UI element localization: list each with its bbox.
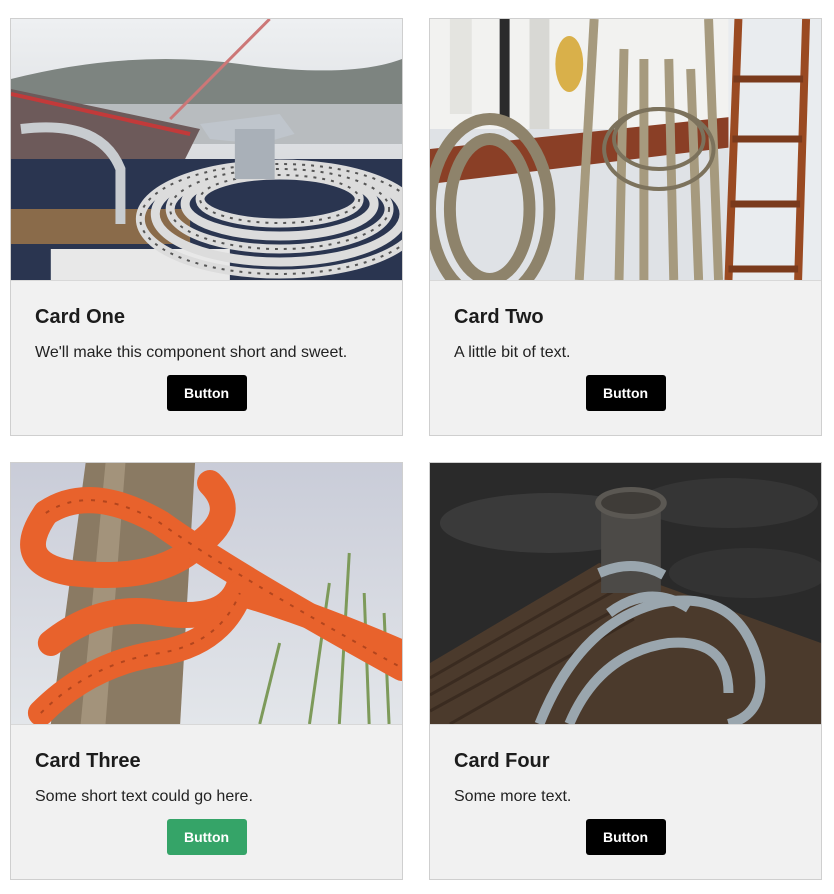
card-grid: Card One We'll make this component short… bbox=[0, 0, 834, 894]
card-four-button[interactable]: Button bbox=[585, 819, 666, 855]
card-title: Card One bbox=[35, 306, 126, 328]
card-two-button[interactable]: Button bbox=[585, 375, 666, 411]
card-text: Some more text. bbox=[454, 788, 572, 805]
card-three-image bbox=[11, 463, 402, 725]
card-two-body: Card Two A little bit of text. Button bbox=[430, 281, 821, 411]
card-three: Card Three Some short text could go here… bbox=[10, 462, 403, 880]
card-text: Some short text could go here. bbox=[35, 788, 253, 805]
button-row: Button bbox=[454, 819, 797, 855]
button-row: Button bbox=[35, 375, 378, 411]
card-text: A little bit of text. bbox=[454, 344, 571, 361]
card-title: Card Four bbox=[454, 750, 550, 772]
card-one: Card One We'll make this component short… bbox=[10, 18, 403, 436]
card-three-body: Card Three Some short text could go here… bbox=[11, 725, 402, 855]
card-three-button[interactable]: Button bbox=[166, 819, 247, 855]
card-two-image bbox=[430, 19, 821, 281]
card-one-button[interactable]: Button bbox=[166, 375, 247, 411]
card-two: Card Two A little bit of text. Button bbox=[429, 18, 822, 436]
card-text: We'll make this component short and swee… bbox=[35, 344, 348, 361]
card-one-body: Card One We'll make this component short… bbox=[11, 281, 402, 411]
card-four: Card Four Some more text. Button bbox=[429, 462, 822, 880]
button-row: Button bbox=[454, 375, 797, 411]
card-one-image bbox=[11, 19, 402, 281]
card-title: Card Three bbox=[35, 750, 141, 772]
button-row: Button bbox=[35, 819, 378, 855]
card-four-body: Card Four Some more text. Button bbox=[430, 725, 821, 855]
card-title: Card Two bbox=[454, 306, 544, 328]
card-four-image bbox=[430, 463, 821, 725]
